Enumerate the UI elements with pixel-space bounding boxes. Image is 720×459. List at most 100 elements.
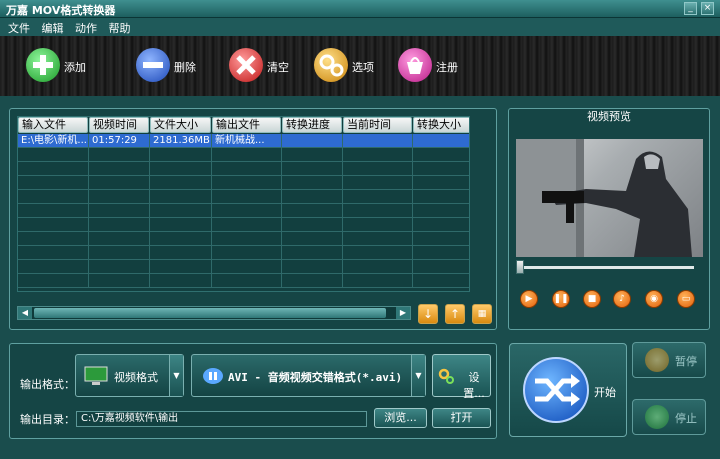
table-cell <box>212 274 282 288</box>
menu-action[interactable]: 动作 <box>75 20 97 36</box>
chevron-down-icon[interactable]: ▼ <box>411 355 425 396</box>
close-button[interactable]: × <box>701 2 714 15</box>
register-label: 注册 <box>436 61 458 74</box>
table-cell <box>18 176 89 190</box>
volume-icon[interactable]: ♪ <box>613 290 631 308</box>
table-cell <box>343 232 413 246</box>
scroll-thumb[interactable] <box>34 308 386 318</box>
horizontal-scrollbar[interactable]: ◀ ▶ <box>17 306 411 320</box>
format-category-value: 视频格式 <box>114 371 158 384</box>
col-progress[interactable]: 转换进度 <box>282 117 342 133</box>
seek-track[interactable] <box>516 266 694 269</box>
pause-button[interactable]: 暂停 <box>632 342 706 378</box>
table-cell <box>413 162 469 176</box>
table-cell <box>150 148 212 162</box>
table-cell <box>413 204 469 218</box>
add-shield-icon <box>26 48 60 82</box>
table-cell <box>150 260 212 274</box>
avi-format-icon <box>203 368 223 384</box>
output-dir-label: 输出目录： <box>20 413 75 426</box>
table-cell <box>282 204 343 218</box>
table-row <box>18 204 469 218</box>
table-cell <box>89 274 150 288</box>
table-cell <box>212 204 282 218</box>
table-cell <box>212 148 282 162</box>
table-cell <box>89 246 150 260</box>
col-output-file[interactable]: 输出文件 <box>212 117 281 133</box>
table-cell <box>212 260 282 274</box>
stop-button[interactable]: 停止 <box>632 399 706 435</box>
start-button[interactable]: 开始 <box>509 343 627 437</box>
cell-progress <box>282 134 343 148</box>
menu-file[interactable]: 文件 <box>8 20 30 36</box>
col-current-time[interactable]: 当前时间 <box>343 117 412 133</box>
table-cell <box>18 232 89 246</box>
table-row <box>18 232 469 246</box>
settings-label: 设置... <box>463 371 485 400</box>
table-cell <box>150 204 212 218</box>
video-frame-icon <box>516 139 692 257</box>
table-row <box>18 190 469 204</box>
table-cell <box>89 190 150 204</box>
table-cell <box>413 232 469 246</box>
table-cell <box>282 246 343 260</box>
remove-shield-icon <box>136 48 170 82</box>
settings-gear-icon <box>438 368 454 384</box>
clear-list-icon[interactable]: ▦ <box>472 304 492 324</box>
browse-button[interactable]: 浏览... <box>374 408 427 428</box>
table-cell <box>343 260 413 274</box>
menu-edit[interactable]: 编辑 <box>42 20 64 36</box>
col-input-file[interactable]: 输入文件 <box>18 117 88 133</box>
clear-shield-icon <box>229 48 263 82</box>
preview-title: 视频预览 <box>587 110 631 123</box>
table-cell <box>18 274 89 288</box>
table-row[interactable]: E:\电影\新机... 01:57:29 2181.36MB 新机械战... <box>18 134 469 148</box>
pause-icon[interactable]: ❚❚ <box>552 290 570 308</box>
move-up-icon[interactable]: ↑ <box>445 304 465 324</box>
cell-current-time <box>343 134 413 148</box>
table-row <box>18 260 469 274</box>
minimize-button[interactable]: _ <box>684 2 697 15</box>
table-cell <box>89 204 150 218</box>
clear-label: 清空 <box>267 61 289 74</box>
menu-help[interactable]: 帮助 <box>109 20 131 36</box>
table-cell <box>18 190 89 204</box>
table-cell <box>150 218 212 232</box>
toolbar: 添加 删除 清空 选项 注册 <box>0 36 720 96</box>
folder-icon[interactable]: ▭ <box>677 290 695 308</box>
table-cell <box>343 162 413 176</box>
table-cell <box>413 148 469 162</box>
table-header: 输入文件 视频时间 文件大小 输出文件 转换进度 当前时间 转换大小 <box>18 117 469 133</box>
table-cell <box>212 232 282 246</box>
col-converted-size[interactable]: 转换大小 <box>413 117 469 133</box>
table-cell <box>18 218 89 232</box>
play-icon[interactable]: ▶ <box>520 290 538 308</box>
table-cell <box>343 148 413 162</box>
table-cell <box>343 274 413 288</box>
output-dir-input[interactable]: C:\万嘉视频软件\输出 <box>76 411 367 427</box>
output-format-select[interactable]: AVI - 音频视频交错格式(*.avi) ▼ <box>191 354 426 397</box>
table-cell <box>150 246 212 260</box>
stop-icon[interactable]: ■ <box>583 290 601 308</box>
scroll-right-icon[interactable]: ▶ <box>396 307 410 319</box>
table-cell <box>89 218 150 232</box>
table-cell <box>413 260 469 274</box>
stop-label: 停止 <box>675 412 697 425</box>
table-cell <box>343 190 413 204</box>
scroll-left-icon[interactable]: ◀ <box>18 307 32 319</box>
table-cell <box>150 176 212 190</box>
table-cell <box>150 232 212 246</box>
delete-label: 删除 <box>174 61 196 74</box>
settings-button[interactable]: 设置... <box>432 354 491 400</box>
open-button[interactable]: 打开 <box>432 408 491 428</box>
col-file-size[interactable]: 文件大小 <box>150 117 211 133</box>
snapshot-icon[interactable]: ◉ <box>645 290 663 308</box>
move-down-icon[interactable]: ↓ <box>418 304 438 324</box>
col-video-time[interactable]: 视频时间 <box>89 117 149 133</box>
format-category-select[interactable]: 视频格式 ▼ <box>75 354 184 397</box>
seek-slider[interactable] <box>516 260 524 274</box>
table-cell <box>18 204 89 218</box>
chevron-down-icon[interactable]: ▼ <box>169 355 183 396</box>
stop-circle-icon <box>645 405 669 429</box>
table-cell <box>89 176 150 190</box>
